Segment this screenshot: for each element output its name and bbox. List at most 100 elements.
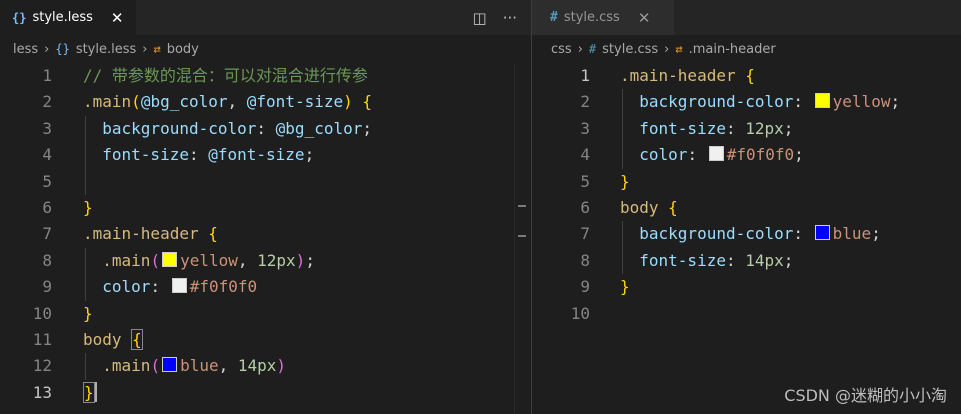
code-line[interactable]: 10} [0,301,531,327]
code-token: , [218,356,238,376]
breadcrumb-file[interactable]: style.css [602,42,658,57]
code-line[interactable]: 6} [0,195,531,221]
css-file-icon: # [588,42,597,56]
code-line[interactable]: 8 font-size: 14px; [532,248,961,274]
color-swatch[interactable] [171,278,187,294]
close-icon[interactable]: ✕ [111,9,124,27]
code-line[interactable]: 5} [532,169,961,195]
code-token: #f0f0f0 [726,145,795,165]
breadcrumb-symbol[interactable]: .main-header [689,42,776,57]
line-number: 4 [580,145,590,165]
code-token: 12px [257,250,296,270]
breadcrumb-symbol[interactable]: body [167,42,199,57]
code-token: .main-header [620,66,736,85]
code-line[interactable]: 11 body { [0,327,531,353]
watermark: CSDN @迷糊的小小淘 [784,386,947,405]
code-token: { [362,92,373,112]
code-token: .main-header [83,224,199,244]
line-number: 12 [32,356,52,376]
code-line[interactable]: 2 .main(@bg_color, @font-size) { [0,89,531,115]
code-line[interactable]: 2 background-color: yellow; [532,89,961,115]
code-token: yellow [180,250,238,270]
code-token: ; [794,145,804,165]
code-line[interactable]: 5 [0,169,531,195]
line-number: 10 [570,303,590,323]
code-token: } [83,381,95,403]
close-icon[interactable]: ✕ [638,9,651,27]
code-line[interactable]: 4 font-size: @font-size; [0,142,531,168]
code-token: ; [783,118,794,138]
code-text: background-color: yellow; [620,89,900,115]
code-token: } [83,303,93,323]
chevron-right-icon: › [664,41,670,57]
left-tab-bar: {} style.less ✕ ◫ ··· [0,0,531,35]
line-number: 1 [42,66,52,85]
breadcrumb-folder[interactable]: css [551,42,572,57]
code-line[interactable]: 9 color: #f0f0f0 [0,274,531,300]
code-line[interactable]: 9} [532,274,961,300]
code-token: ; [305,250,315,270]
breadcrumb: css › # style.css › ⇄ .main-header [532,35,961,63]
code-text: } [83,301,93,327]
code-line[interactable]: 7 .main-header { [0,221,531,247]
color-swatch[interactable] [708,146,724,162]
text-cursor [94,381,97,402]
code-text: body { [620,195,678,221]
symbol-icon: ⇄ [153,42,161,56]
code-text: font-size: @font-size; [83,142,314,168]
color-swatch[interactable] [814,93,830,109]
code-line[interactable]: 1 .main-header { [532,63,961,89]
right-editor-pane: # style.css ✕ css › # style.css › ⇄ .mai… [532,0,961,414]
code-line[interactable]: 3 font-size: 12px; [532,116,961,142]
line-number: 2 [580,92,590,112]
code-line[interactable]: 1 // 带参数的混合：可以对混合进行传参 [0,63,531,89]
code-token: color [83,277,151,297]
code-line[interactable]: 8 .main(yellow, 12px); [0,248,531,274]
color-swatch[interactable] [814,225,830,241]
tab-style-css[interactable]: # style.css ✕ [532,0,674,35]
symbol-icon: ⇄ [675,42,683,56]
line-number: 7 [580,224,590,244]
code-editor[interactable]: 1 .main-header {2 background-color: yello… [532,63,961,327]
breadcrumb-folder[interactable]: less [13,42,38,57]
color-swatch[interactable] [162,251,178,267]
code-token: font-size [620,250,726,270]
code-token: blue [832,224,872,244]
code-token: color [620,145,688,165]
code-line[interactable]: 13} [0,380,531,406]
code-line[interactable]: 10 [532,301,961,327]
code-token: ; [362,118,372,138]
split-editor-icon[interactable]: ◫ [473,9,487,27]
code-editor[interactable]: 1// 带参数的混合：可以对混合进行传参 2 .main(@bg_color, @f… [0,63,531,406]
line-number: 8 [580,250,590,270]
editor-actions: ◫ ··· [473,0,518,35]
line-number: 13 [32,382,52,402]
code-text: } [83,380,97,406]
code-line[interactable]: 12 .main(blue, 14px) [0,353,531,379]
less-file-icon: {} [12,10,27,25]
line-number: 3 [42,118,52,138]
breadcrumb-file[interactable]: style.less [76,42,136,57]
code-token: : [793,224,813,244]
code-token: 12px [745,118,784,138]
tab-label: style.css [563,10,620,25]
tab-style-less[interactable]: {} style.less ✕ [0,0,136,35]
scrollbar[interactable] [514,63,529,414]
code-line[interactable]: 3 background-color: @bg_color; [0,116,531,142]
code-token: { [668,197,678,217]
code-token: { [745,66,755,85]
color-swatch[interactable] [162,357,178,373]
more-actions-icon[interactable]: ··· [503,9,517,27]
code-token: @bg_color [140,92,228,112]
code-line[interactable]: 6 body { [532,195,961,221]
code-line[interactable]: 7 background-color: blue; [532,221,961,247]
code-line[interactable]: 4 color: #f0f0f0; [532,142,961,168]
code-token: font-size [620,118,726,138]
line-number: 5 [580,171,590,191]
code-token: body [83,329,122,349]
chevron-right-icon: › [142,41,148,57]
code-token: body [620,197,659,217]
